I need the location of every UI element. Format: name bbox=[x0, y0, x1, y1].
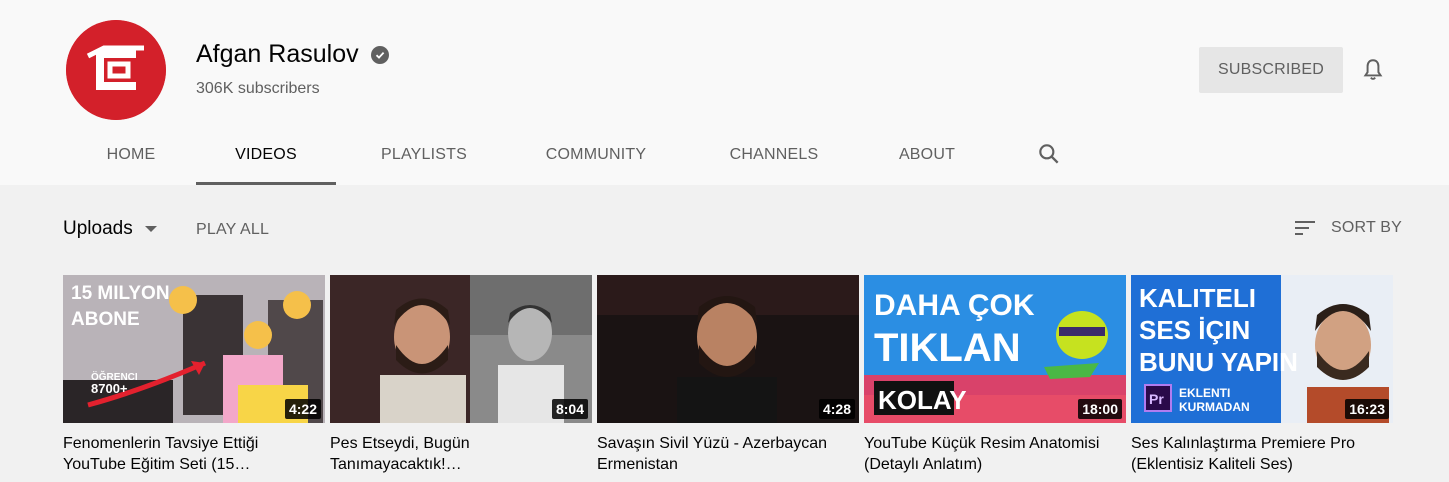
video-card[interactable]: 4:28 Savaşın Sivil Yüzü - Azerbaycan Erm… bbox=[597, 275, 859, 475]
thumb-text: Pr bbox=[1149, 391, 1164, 407]
caret-down-icon bbox=[144, 226, 157, 232]
channel-logo-icon bbox=[66, 20, 166, 120]
thumb-text: 8700+ bbox=[91, 381, 128, 396]
video-duration: 4:28 bbox=[818, 399, 855, 419]
verified-check-icon bbox=[370, 45, 389, 64]
channel-search-icon[interactable] bbox=[1036, 141, 1062, 167]
channel-tabs: HOME VIDEOS PLAYLISTS COMMUNITY CHANNELS… bbox=[66, 124, 986, 185]
thumb-text: KALITELI bbox=[1139, 283, 1256, 313]
thumb-text: ABONE bbox=[71, 309, 140, 330]
video-thumbnail[interactable]: 4:28 bbox=[597, 275, 859, 423]
video-duration: 16:23 bbox=[1345, 399, 1389, 419]
thumb-text: DAHA ÇOK bbox=[874, 289, 1035, 322]
tab-playlists[interactable]: PLAYLISTS bbox=[336, 124, 512, 185]
tab-about[interactable]: ABOUT bbox=[868, 124, 986, 185]
thumb-text: BUNU YAPIN bbox=[1139, 347, 1298, 377]
video-title[interactable]: Savaşın Sivil Yüzü - Azerbaycan Ermenist… bbox=[597, 433, 852, 475]
video-duration: 18:00 bbox=[1078, 399, 1122, 419]
channel-name: Afgan Rasulov bbox=[196, 40, 359, 68]
video-thumbnail[interactable]: 8:04 bbox=[330, 275, 592, 423]
subscribed-button[interactable]: SUBSCRIBED bbox=[1199, 47, 1343, 93]
video-card[interactable]: 8:04 Pes Etseydi, Bugün Tanımayacaktık!… bbox=[330, 275, 592, 475]
notification-bell-icon[interactable] bbox=[1360, 57, 1386, 83]
video-card[interactable]: DAHA ÇOK TIKLAN KOLAY 18:00 YouTube Küçü… bbox=[864, 275, 1126, 475]
thumb-text: SES İÇIN bbox=[1139, 315, 1250, 345]
video-grid: 15 MILYON ABONE ÖĞRENCI 8700+ 4:22 Fenom… bbox=[63, 275, 1393, 475]
video-thumbnail[interactable]: DAHA ÇOK TIKLAN KOLAY 18:00 bbox=[864, 275, 1126, 423]
uploads-dropdown[interactable]: Uploads bbox=[63, 218, 157, 240]
thumb-text: 15 MILYON bbox=[71, 283, 170, 304]
subscriber-count: 306K subscribers bbox=[196, 80, 320, 97]
thumb-text: KURMADAN bbox=[1179, 400, 1250, 414]
video-title[interactable]: YouTube Küçük Resim Anatomisi (Detaylı A… bbox=[864, 433, 1119, 475]
tab-community[interactable]: COMMUNITY bbox=[512, 124, 680, 185]
video-duration: 4:22 bbox=[284, 399, 321, 419]
uploads-label: Uploads bbox=[63, 218, 133, 239]
video-thumbnail[interactable]: KALITELI SES İÇIN BUNU YAPIN Pr EKLENTI … bbox=[1131, 275, 1393, 423]
video-title[interactable]: Fenomenlerin Tavsiye Ettiği YouTube Eğit… bbox=[63, 433, 318, 475]
sort-icon bbox=[1295, 221, 1315, 235]
sort-by-label: SORT BY bbox=[1331, 219, 1403, 236]
play-all-button[interactable]: PLAY ALL bbox=[196, 221, 269, 239]
channel-header: Afgan Rasulov 306K subscribers SUBSCRIBE… bbox=[0, 0, 1449, 185]
tab-channels[interactable]: CHANNELS bbox=[680, 124, 868, 185]
video-duration: 8:04 bbox=[551, 399, 588, 419]
video-card[interactable]: KALITELI SES İÇIN BUNU YAPIN Pr EKLENTI … bbox=[1131, 275, 1393, 475]
sort-by-button[interactable]: SORT BY bbox=[1293, 218, 1402, 238]
thumb-text: KOLAY bbox=[878, 385, 967, 415]
video-thumbnail[interactable]: 15 MILYON ABONE ÖĞRENCI 8700+ 4:22 bbox=[63, 275, 325, 423]
thumb-text: EKLENTI bbox=[1179, 386, 1230, 400]
video-title[interactable]: Pes Etseydi, Bugün Tanımayacaktık!… bbox=[330, 433, 585, 475]
thumb-text: TIKLAN bbox=[874, 326, 1021, 370]
channel-name-row: Afgan Rasulov bbox=[196, 40, 389, 69]
video-card[interactable]: 15 MILYON ABONE ÖĞRENCI 8700+ 4:22 Fenom… bbox=[63, 275, 325, 475]
channel-avatar[interactable] bbox=[66, 20, 166, 120]
tab-home[interactable]: HOME bbox=[66, 124, 196, 185]
video-title[interactable]: Ses Kalınlaştırma Premiere Pro (Eklentis… bbox=[1131, 433, 1386, 475]
tab-videos[interactable]: VIDEOS bbox=[196, 124, 336, 185]
